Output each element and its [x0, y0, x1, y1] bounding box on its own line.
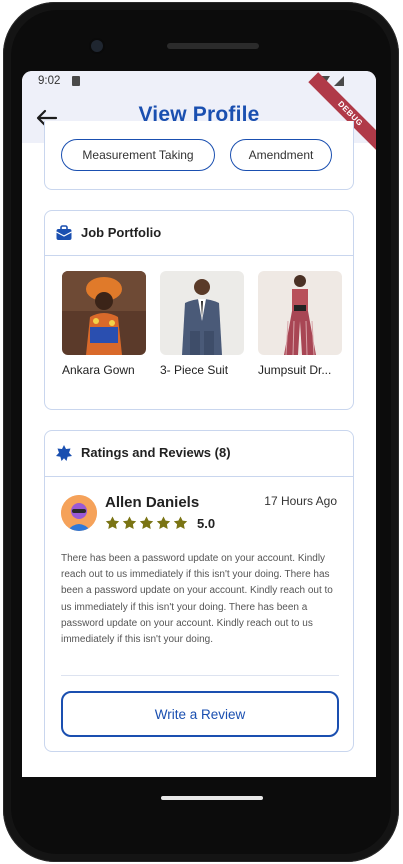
- portfolio-item[interactable]: Jumpsuit Dr...: [258, 271, 344, 377]
- card-header: Job Portfolio: [45, 211, 353, 256]
- divider: [61, 675, 339, 676]
- service-chip[interactable]: Amendment: [230, 139, 332, 171]
- rating-stars: [105, 516, 188, 531]
- portfolio-item-label: Ankara Gown: [62, 363, 135, 377]
- star-icon: [105, 516, 120, 529]
- job-portfolio-card: Job Portfolio Ankara Gown 3- Piece Suit …: [44, 210, 354, 410]
- portfolio-item[interactable]: Ankara Gown: [62, 271, 148, 377]
- portfolio-bag-icon: [56, 225, 72, 240]
- star-icon: [122, 516, 137, 529]
- star-icon: [173, 516, 188, 529]
- front-camera: [91, 40, 103, 52]
- signal-icon: [334, 76, 344, 86]
- star-icon: [156, 516, 171, 529]
- avatar: [61, 495, 97, 531]
- sim-card-icon: [72, 76, 80, 86]
- portfolio-item-label: 3- Piece Suit: [160, 363, 229, 377]
- service-chip[interactable]: Measurement Taking: [61, 139, 215, 171]
- rating-value: 5.0: [197, 516, 216, 531]
- review-text: There has been a password update on your…: [61, 553, 333, 646]
- app-screen: 9:02 View Profile DEBUG Measurement Taki…: [22, 71, 376, 777]
- services-card: Measurement Taking Amendment: [44, 121, 354, 190]
- star-icon: [139, 516, 154, 529]
- card-title: Job Portfolio: [81, 225, 162, 240]
- divider: [45, 476, 353, 477]
- card-title: Ratings and Reviews (8): [81, 445, 231, 460]
- star-badge-icon: [56, 445, 72, 461]
- home-indicator[interactable]: [161, 796, 263, 800]
- earpiece-speaker: [167, 43, 259, 49]
- portfolio-item[interactable]: 3- Piece Suit: [160, 271, 246, 377]
- portfolio-image: [62, 271, 146, 355]
- ratings-reviews-card: Ratings and Reviews (8) Allen Daniels 17…: [44, 430, 354, 752]
- review-timestamp: 17 Hours Ago: [264, 494, 337, 508]
- portfolio-item-label: Jumpsuit Dr...: [258, 363, 332, 377]
- portfolio-image: [160, 271, 244, 355]
- write-review-button[interactable]: Write a Review: [61, 691, 339, 737]
- portfolio-image: [258, 271, 342, 355]
- reviewer-name: Allen Daniels: [105, 494, 200, 511]
- status-time: 9:02: [38, 75, 61, 87]
- card-header: Ratings and Reviews (8): [45, 431, 353, 476]
